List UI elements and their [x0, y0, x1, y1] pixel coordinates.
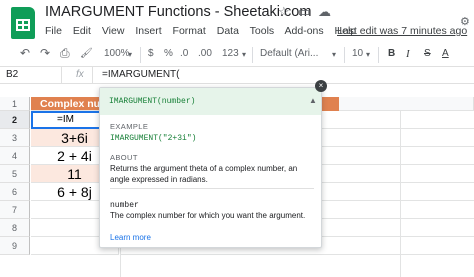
example-label: EXAMPLE	[110, 122, 149, 131]
menu-insert[interactable]: Insert	[135, 25, 161, 37]
print-icon[interactable]: ⎙	[60, 46, 70, 61]
chevron-down-icon[interactable]: ▾	[332, 50, 336, 59]
currency-button[interactable]: $	[148, 48, 154, 59]
menu-format[interactable]: Format	[173, 25, 206, 37]
title-bar: IMARGUMENT Functions - Sheetaki.com ☆ ▭ …	[0, 0, 474, 44]
menu-view[interactable]: View	[102, 25, 125, 37]
redo-icon[interactable]: ↷	[40, 46, 50, 60]
row-header-8[interactable]: 8	[0, 219, 30, 237]
menu-edit[interactable]: Edit	[73, 25, 91, 37]
number-format-button[interactable]: 123	[222, 48, 239, 59]
star-icon[interactable]: ☆	[278, 4, 290, 20]
row-header-2[interactable]: 2	[0, 111, 30, 129]
zoom-select[interactable]: 100%	[104, 48, 130, 59]
chevron-down-icon[interactable]: ▾	[366, 50, 370, 59]
name-box[interactable]: B2	[0, 67, 62, 83]
menu-tools[interactable]: Tools	[250, 25, 275, 37]
fx-icon: fx	[76, 69, 84, 80]
row-header-1[interactable]: 1	[0, 97, 30, 111]
popup-header[interactable]: IMARGUMENT(number) ▲	[100, 88, 321, 115]
decrease-decimal-button[interactable]: .0	[180, 48, 188, 59]
parameter-name: number	[110, 201, 139, 210]
last-edit-link[interactable]: Last edit was 7 minutes ago	[337, 25, 467, 37]
about-text: Returns the argument theta of a complex …	[110, 164, 298, 184]
gear-icon[interactable]: ⚙	[460, 15, 470, 28]
row-header-6[interactable]: 6	[0, 183, 30, 201]
row-header-3[interactable]: 3	[0, 129, 30, 147]
menu-file[interactable]: File	[45, 25, 62, 37]
paint-format-icon[interactable]: 🖌	[80, 48, 93, 59]
increase-decimal-button[interactable]: .00	[198, 48, 212, 59]
toolbar: ↶ ↷ ⎙ 🖌 100% ▾ $ % .0 .00 123 ▾ Default …	[10, 44, 474, 66]
font-size-select[interactable]: 10	[352, 48, 363, 59]
example-code: IMARGUMENT("2+3i")	[110, 134, 197, 143]
cloud-icon[interactable]: ☁	[318, 4, 331, 20]
formula-bar: B2 fx =IMARGUMENT(	[0, 66, 474, 84]
formula-input[interactable]: =IMARGUMENT(	[102, 69, 180, 80]
chevron-down-icon[interactable]: ▾	[242, 50, 246, 59]
parameter-description: The complex number for which you want th…	[110, 211, 306, 220]
menu-add-ons[interactable]: Add-ons	[285, 25, 324, 37]
chevron-down-icon[interactable]: ▾	[128, 50, 132, 59]
menu-bar: File Edit View Insert Format Data Tools …	[45, 25, 364, 41]
italic-button[interactable]: I	[406, 48, 410, 60]
sheets-logo-icon[interactable]	[11, 7, 35, 39]
folder-icon[interactable]: ▭	[298, 4, 310, 20]
row-header-5[interactable]: 5	[0, 165, 30, 183]
row-header-4[interactable]: 4	[0, 147, 30, 165]
bold-button[interactable]: B	[388, 48, 395, 59]
learn-more-link[interactable]: Learn more	[110, 233, 151, 242]
row-header-9[interactable]: 9	[0, 237, 30, 255]
font-select[interactable]: Default (Ari...	[260, 48, 318, 59]
text-color-button[interactable]: A	[442, 48, 449, 59]
function-signature: IMARGUMENT(number)	[109, 97, 196, 106]
menu-data[interactable]: Data	[217, 25, 239, 37]
formula-help-popup: IMARGUMENT(number) ▲ EXAMPLE IMARGUMENT(…	[99, 87, 322, 248]
strikethrough-button[interactable]: S	[424, 48, 431, 59]
about-label: ABOUT	[110, 153, 138, 162]
row-header-7[interactable]: 7	[0, 201, 30, 219]
document-title[interactable]: IMARGUMENT Functions - Sheetaki.com	[45, 4, 311, 20]
percent-button[interactable]: %	[164, 48, 173, 59]
chevron-up-icon[interactable]: ▲	[309, 96, 317, 105]
close-icon[interactable]: ×	[315, 80, 327, 92]
undo-icon[interactable]: ↶	[20, 46, 30, 60]
